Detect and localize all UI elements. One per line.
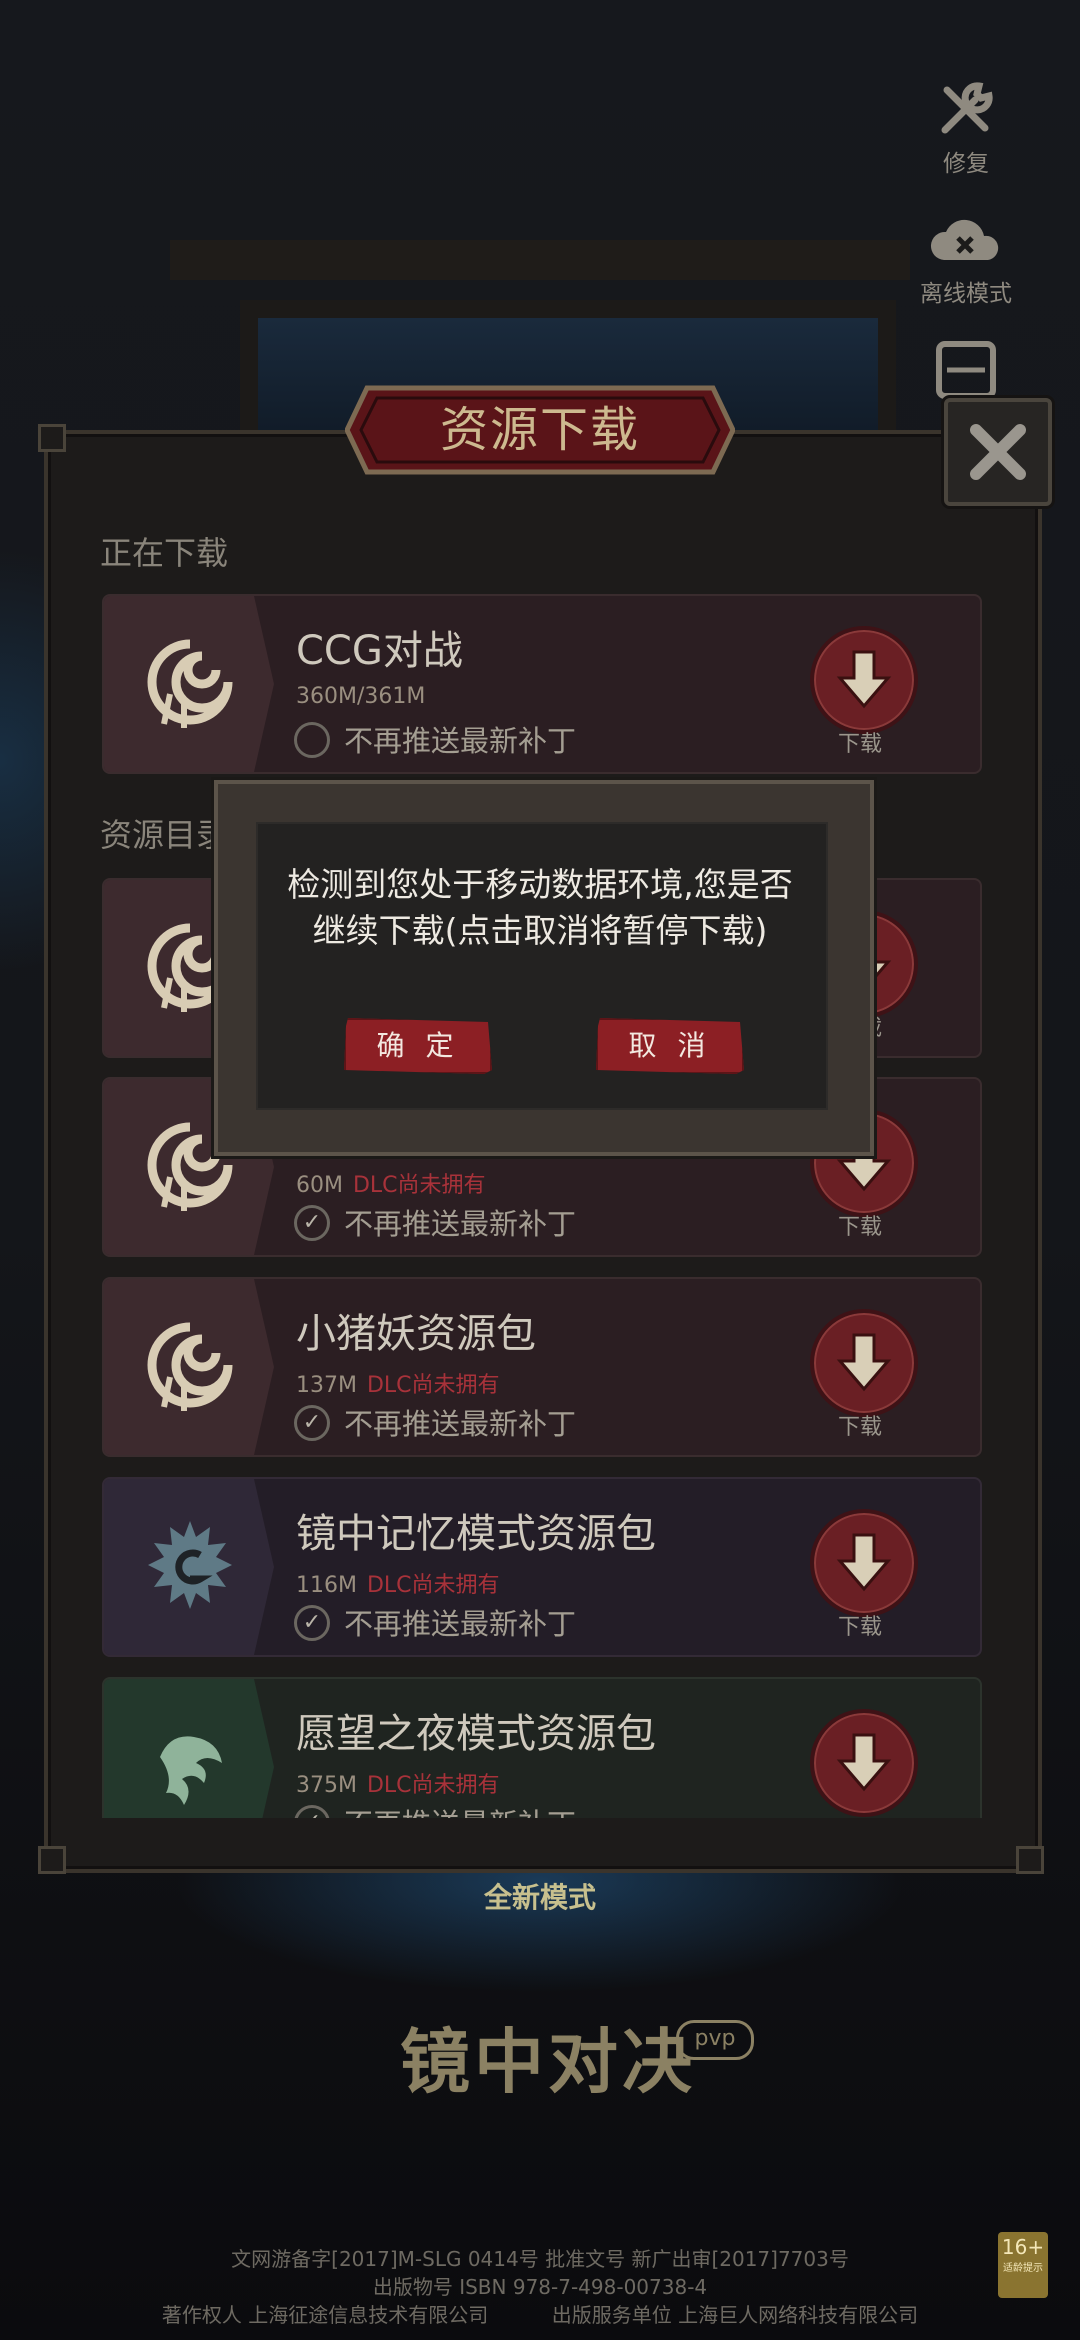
scan-icon (936, 341, 996, 399)
card-icon-area (104, 596, 274, 772)
download-label: 下载 (837, 732, 882, 757)
card-icon-area (104, 1279, 274, 1455)
cancel-button[interactable]: 取 消 (596, 1018, 744, 1074)
logo-pvp-badge: pvp (676, 2020, 754, 2060)
checkbox-circle-icon (294, 722, 330, 758)
new-mode-hint: 全新模式 (483, 1881, 596, 1914)
offline-mode-button[interactable]: 离线模式 (896, 210, 1036, 308)
no-push-checkbox[interactable]: ✓ 不再推送最新补丁 (294, 1401, 576, 1444)
download-button[interactable] (810, 1509, 918, 1617)
dlc-status: DLC尚未拥有 (366, 1373, 500, 1398)
footer-line-1: 文网游备字[2017]M-SLG 0414号 批准文号 新广出审[2017]77… (231, 2247, 849, 2271)
card-title: 小猪妖资源包 (296, 1311, 536, 1357)
card-icon-area (104, 1479, 274, 1655)
list-clip: 愿望之夜模式资源包 375M DLC尚未拥有 ✓ 不再推送最新补丁 (78, 1660, 1018, 1818)
close-button[interactable] (944, 398, 1052, 506)
dialog-message: 检测到您处于移动数据环境,您是否 继续下载(点击取消将暂停下载) (287, 865, 793, 950)
age-rating: 16+ (1001, 2235, 1045, 2259)
checkmark-icon: ✓ (294, 1805, 330, 1818)
no-push-checkbox[interactable]: 不再推送最新补丁 (294, 718, 576, 761)
swirl-emblem-icon (147, 1322, 233, 1411)
age-note: 适龄提示 (1003, 2263, 1043, 2274)
checkmark-icon: ✓ (294, 1205, 330, 1241)
resource-card[interactable]: 愿望之夜模式资源包 375M DLC尚未拥有 ✓ 不再推送最新补丁 (102, 1677, 982, 1818)
card-size-line: 116M DLC尚未拥有 (296, 1567, 500, 1599)
scan-button[interactable] (896, 340, 1036, 404)
card-title: 愿望之夜模式资源包 (296, 1711, 656, 1757)
no-push-label: 不再推送最新补丁 (344, 1607, 577, 1641)
download-arrow-icon (836, 1733, 892, 1792)
repair-icon (941, 82, 993, 134)
spiked-mirror-emblem-icon (148, 1521, 232, 1609)
license-footer: 文网游备字[2017]M-SLG 0414号 批准文号 新广出审[2017]77… (0, 2245, 1080, 2329)
download-label: 下载 (837, 1215, 882, 1240)
swirl-emblem-icon (147, 639, 233, 728)
card-title: 镜中记忆模式资源包 (296, 1511, 656, 1557)
age-rating-badge[interactable]: 16+ 适龄提示 (998, 2232, 1048, 2298)
footer-line-2: 出版物号 ISBN 978-7-498-00738-4 (372, 2275, 708, 2299)
download-arrow-icon (836, 650, 892, 709)
no-push-checkbox[interactable]: ✓ 不再推送最新补丁 (294, 1801, 576, 1818)
download-arrow-icon (836, 1533, 892, 1592)
no-push-checkbox[interactable]: ✓ 不再推送最新补丁 (294, 1601, 576, 1644)
dlc-status: DLC尚未拥有 (366, 1573, 500, 1598)
close-icon (970, 424, 1026, 480)
game-logo: 镜中对决 (400, 2020, 696, 2103)
dlc-status: DLC尚未拥有 (352, 1173, 486, 1198)
downloading-card-ccg[interactable]: CCG对战 360M/361M 不再推送最新补丁 下载 (102, 594, 982, 774)
download-label: 下载 (837, 1415, 882, 1440)
card-size-line: 60M DLC尚未拥有 (296, 1167, 486, 1199)
no-push-label: 不再推送最新补丁 (344, 1407, 577, 1441)
download-button[interactable] (810, 626, 918, 734)
resource-card[interactable]: 镜中记忆模式资源包 116M DLC尚未拥有 ✓ 不再推送最新补丁 下载 (102, 1477, 982, 1657)
panel-corner (1016, 1846, 1044, 1874)
catalog-section-label: 资源目录 (100, 816, 229, 854)
no-push-checkbox[interactable]: ✓ 不再推送最新补丁 (294, 1201, 576, 1244)
resource-card[interactable]: 小猪妖资源包 137M DLC尚未拥有 ✓ 不再推送最新补丁 下载 (102, 1277, 982, 1457)
wish-night-emblem-icon (160, 1736, 222, 1805)
card-size: 60M (296, 1173, 343, 1198)
dlc-status: DLC尚未拥有 (366, 1773, 500, 1798)
repair-button[interactable]: 修复 (896, 78, 1036, 178)
no-push-label: 不再推送最新补丁 (344, 724, 577, 758)
offline-mode-label: 离线模式 (920, 281, 1012, 307)
checkmark-icon: ✓ (294, 1605, 330, 1641)
downloading-section-label: 正在下载 (100, 534, 229, 572)
download-button[interactable] (810, 1709, 918, 1817)
confirm-button[interactable]: 确 定 (344, 1018, 492, 1074)
offline-cloud-icon (930, 219, 999, 260)
card-size-line: 137M DLC尚未拥有 (296, 1367, 500, 1399)
dialog-title: 资源下载 (439, 402, 640, 458)
background-shelf (170, 240, 910, 280)
card-size: 116M (296, 1573, 357, 1598)
no-push-label: 不再推送最新补丁 (344, 1207, 577, 1241)
card-title: CCG对战 (296, 628, 463, 674)
card-size-line: 375M DLC尚未拥有 (296, 1767, 500, 1799)
footer-line-3: 著作权人 上海征途信息技术有限公司 出版服务单位 上海巨人网络科技有限公司 (161, 2303, 919, 2327)
no-push-label: 不再推送最新补丁 (344, 1807, 576, 1818)
download-arrow-icon (836, 1333, 892, 1392)
download-label: 下载 (837, 1615, 882, 1640)
checkmark-icon: ✓ (294, 1405, 330, 1441)
card-icon-area (104, 1679, 274, 1818)
card-size: 360M/361M (296, 684, 426, 709)
download-button[interactable] (810, 1309, 918, 1417)
repair-label: 修复 (943, 151, 989, 177)
panel-corner (38, 1846, 66, 1874)
card-size: 137M (296, 1373, 357, 1398)
panel-corner (38, 424, 66, 452)
card-size: 375M (296, 1773, 357, 1798)
